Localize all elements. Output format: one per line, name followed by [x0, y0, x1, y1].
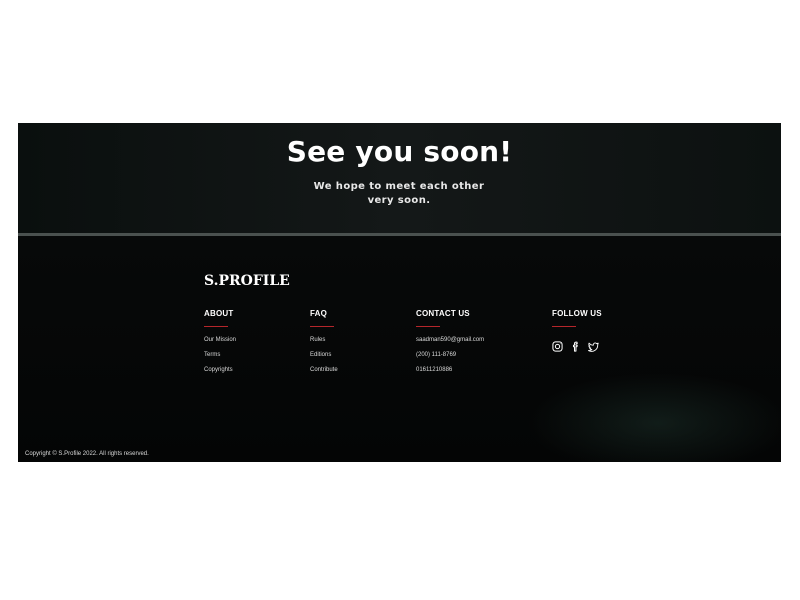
facebook-icon[interactable]: [570, 337, 581, 352]
footer-link-contribute[interactable]: Contribute: [310, 367, 338, 373]
heading-underline: [416, 326, 440, 327]
footer-heading-about: ABOUT: [204, 309, 234, 318]
copyright-text: Copyright © S.Profile 2022. All rights r…: [25, 451, 149, 457]
footer-link-rules[interactable]: Rules: [310, 337, 338, 343]
footer-link-editions[interactable]: Editions: [310, 352, 338, 358]
footer-link-copyrights[interactable]: Copyrights: [204, 367, 236, 373]
twitter-icon[interactable]: [588, 337, 599, 352]
footer-panel: See you soon! We hope to meet each other…: [18, 123, 781, 462]
footer-links-contact: saadman590@gmail.com (200) 111-8769 0161…: [416, 337, 484, 373]
contact-phone-link[interactable]: (200) 111-8769: [416, 352, 484, 358]
footer-heading-contact: CONTACT US: [416, 309, 470, 318]
footer-link-our-mission[interactable]: Our Mission: [204, 337, 236, 343]
section-divider: [18, 233, 781, 236]
footer-column-faq: FAQ Rules Editions Contribute: [310, 309, 338, 382]
hero-section: See you soon! We hope to meet each other…: [18, 123, 781, 233]
hero-subtitle: We hope to meet each other very soon.: [313, 181, 485, 206]
footer-links-faq: Rules Editions Contribute: [310, 337, 338, 373]
heading-underline: [204, 326, 228, 327]
hero-title: See you soon!: [286, 135, 513, 168]
footer-column-follow: FOLLOW US: [552, 309, 602, 352]
footer-links-about: Our Mission Terms Copyrights: [204, 337, 236, 373]
instagram-icon[interactable]: [552, 337, 563, 352]
footer-column-contact: CONTACT US saadman590@gmail.com (200) 11…: [416, 309, 484, 382]
contact-mobile-link[interactable]: 01611210886: [416, 367, 484, 373]
footer-column-about: ABOUT Our Mission Terms Copyrights: [204, 309, 236, 382]
social-icons: [552, 337, 602, 352]
footer-heading-follow: FOLLOW US: [552, 309, 602, 318]
contact-email-link[interactable]: saadman590@gmail.com: [416, 337, 484, 343]
footer-heading-faq: FAQ: [310, 309, 328, 318]
heading-underline: [552, 326, 576, 327]
heading-underline: [310, 326, 334, 327]
footer-link-terms[interactable]: Terms: [204, 352, 236, 358]
footer-brand-logo[interactable]: S.PROFILE: [204, 273, 290, 289]
